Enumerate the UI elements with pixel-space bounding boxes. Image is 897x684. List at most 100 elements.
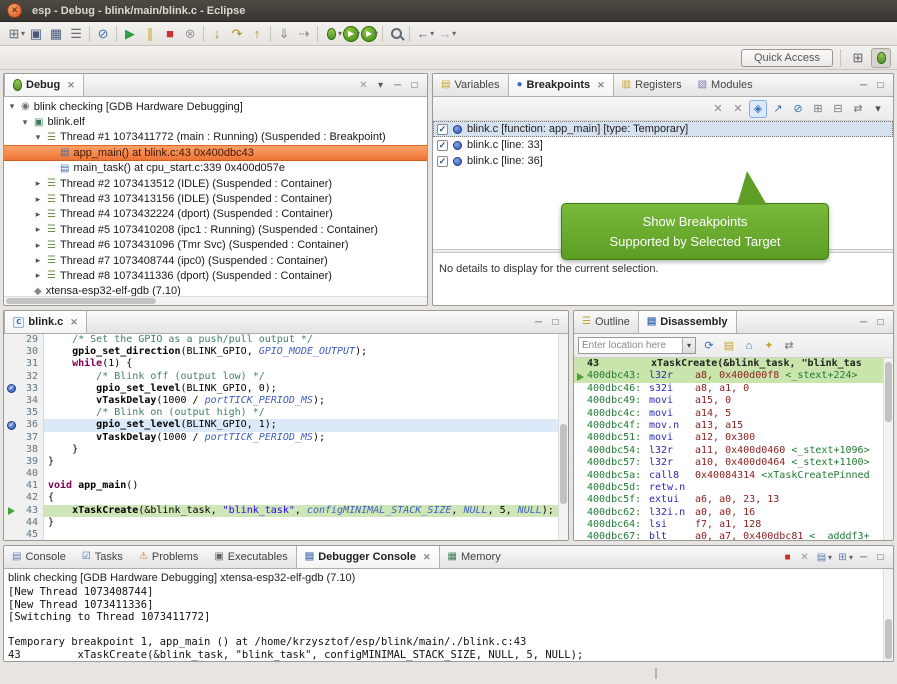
editor-line[interactable]: ✓33 gpio_set_level(BLINK_GPIO, 0); (4, 383, 568, 395)
disassembly-row[interactable]: 400dbc43:l32ra8, 0x400d00f8 <_stext+224> (574, 370, 883, 382)
show-breakpoints-supported-icon[interactable]: ◈ (749, 100, 767, 118)
close-icon[interactable]: ✕ (67, 80, 75, 91)
debug-tree-item[interactable]: ▸☰Thread #5 1073410208 (ipc1 : Running) … (4, 222, 427, 237)
tab-variables[interactable]: ▤Variables (433, 74, 508, 96)
tab-memory[interactable]: ▦Memory (440, 546, 509, 568)
tab-registers[interactable]: ▥Registers (614, 74, 690, 96)
editor-line[interactable]: 45 (4, 529, 568, 540)
quick-access-button[interactable]: Quick Access (741, 49, 833, 67)
open-perspective-icon[interactable]: ⊞ (848, 48, 868, 68)
drop-to-frame-icon[interactable]: ⇓ (274, 24, 294, 44)
disassembly-row[interactable]: 400dbc64:lsif7, a1, 128 (574, 519, 883, 531)
remove-all-terminated-icon[interactable]: ✕ (356, 78, 371, 93)
debug-tree-item[interactable]: ▤app_main() at blink.c:43 0x400dbc43 (4, 145, 427, 160)
editor-line[interactable]: 29 /* Set the GPIO as a push/pull output… (4, 334, 568, 346)
debug-tree-item[interactable]: ▾☰Thread #1 1073411772 (main : Running) … (4, 130, 427, 145)
scrollbar-thumb[interactable] (885, 362, 892, 422)
disassembly-row[interactable]: 400dbc46:s32ia8, a1, 0 (574, 383, 883, 395)
skip-all-breakpoints-icon[interactable]: ⊘ (789, 100, 807, 118)
expander-closed-icon[interactable]: ▸ (33, 178, 43, 189)
tab-blink-c[interactable]: cblink.c✕ (4, 311, 87, 333)
maximize-icon[interactable]: □ (407, 78, 422, 93)
maximize-icon[interactable]: □ (548, 315, 563, 330)
editor-line[interactable]: 38 } (4, 444, 568, 456)
breakpoint-item[interactable]: ✓blink.c [function: app_main] [type: Tem… (433, 121, 893, 137)
breakpoint-item[interactable]: ✓blink.c [line: 36] (433, 153, 893, 169)
scrollbar-thumb[interactable] (6, 298, 156, 304)
link-with-debug-icon[interactable]: ⇄ (849, 100, 867, 118)
expander-closed-icon[interactable]: ▸ (33, 224, 43, 235)
editor-line[interactable]: 37 vTaskDelay(1000 / portTICK_PERIOD_MS)… (4, 432, 568, 444)
disassembly-vertical-scrollbar[interactable] (883, 358, 893, 540)
breakpoint-marker[interactable]: ✓ (7, 421, 16, 430)
step-over-icon[interactable]: ↷ (227, 24, 247, 44)
tab-problems[interactable]: ⚠Problems (131, 546, 206, 568)
debug-tree-item[interactable]: ▸☰Thread #7 1073408744 (ipc0) (Suspended… (4, 253, 427, 268)
collapse-all-icon[interactable]: ⊟ (829, 100, 847, 118)
location-combo[interactable]: Enter location here ▾ (578, 337, 696, 354)
disassembly-row[interactable]: 43xTaskCreate(&blink_task, "blink_tas (574, 358, 883, 370)
expander-closed-icon[interactable]: ▸ (33, 270, 43, 281)
editor-line[interactable]: 32 /* Blink off (output low) */ (4, 371, 568, 383)
debug-tree-item[interactable]: ▾▣blink.elf (4, 114, 427, 129)
save-icon[interactable]: ▣ (26, 24, 46, 44)
close-icon[interactable]: ✕ (70, 317, 78, 328)
minimize-icon[interactable]: ─ (856, 78, 871, 93)
view-menu-icon[interactable]: ▾ (373, 78, 388, 93)
refresh-icon[interactable]: ⟳ (700, 337, 718, 355)
editor-line[interactable]: 41void app_main() (4, 480, 568, 492)
forward-icon-dropdown[interactable]: ▾ (452, 29, 456, 38)
track-expression-icon[interactable]: ✦ (760, 337, 778, 355)
external-tools-icon-dropdown[interactable]: ▾ (374, 29, 378, 38)
breakpoint-marker[interactable]: ✓ (7, 384, 16, 393)
disassembly-row[interactable]: 400dbc51:movia12, 0x300 (574, 432, 883, 444)
disassembly-row[interactable]: 400dbc4f:mov.na13, a15 (574, 420, 883, 432)
expander-open-icon[interactable]: ▾ (20, 117, 30, 128)
sash-handle[interactable] (655, 668, 657, 679)
console-content[interactable]: blink checking [GDB Hardware Debugging] … (4, 569, 883, 661)
editor-line[interactable]: 44} (4, 517, 568, 529)
editor-line[interactable]: 39} (4, 456, 568, 468)
display-console-icon[interactable]: ▤ (814, 550, 829, 565)
close-icon[interactable]: ✕ (597, 80, 605, 91)
tab-breakpoints[interactable]: ●Breakpoints✕ (508, 74, 614, 96)
back-icon-dropdown[interactable]: ▾ (430, 29, 434, 38)
editor-line[interactable]: 40 (4, 468, 568, 480)
disassembly-row[interactable]: 400dbc5f:extuia6, a0, 23, 13 (574, 494, 883, 506)
disconnect-icon[interactable]: ⊗ (180, 24, 200, 44)
editor-vertical-scrollbar[interactable] (558, 334, 568, 540)
terminate-icon[interactable]: ■ (160, 24, 180, 44)
breakpoint-checkbox[interactable]: ✓ (437, 156, 448, 167)
close-icon[interactable]: ✕ (423, 552, 431, 563)
editor-line[interactable]: 42{ (4, 492, 568, 504)
debug-icon-dropdown[interactable]: ▾ (338, 29, 342, 38)
debug-horizontal-scrollbar[interactable] (4, 296, 427, 305)
editor-line[interactable]: 30 gpio_set_direction(BLINK_GPIO, GPIO_M… (4, 346, 568, 358)
tab-modules[interactable]: ▧Modules (690, 74, 761, 96)
maximize-icon[interactable]: □ (873, 315, 888, 330)
editor-line[interactable]: 31 while(1) { (4, 358, 568, 370)
skip-all-breakpoints-icon[interactable]: ⊘ (93, 24, 113, 44)
tab-debug[interactable]: Debug✕ (4, 74, 84, 96)
expander-closed-icon[interactable]: ▸ (33, 209, 43, 220)
debug-tree-item[interactable]: ▾◉blink checking [GDB Hardware Debugging… (4, 99, 427, 114)
debug-tree-item[interactable]: ▸☰Thread #6 1073431096 (Tmr Svc) (Suspen… (4, 238, 427, 253)
expander-open-icon[interactable]: ▾ (7, 101, 17, 112)
breakpoint-item[interactable]: ✓blink.c [line: 33] (433, 137, 893, 153)
new-wizard-icon-dropdown[interactable]: ▾ (21, 29, 25, 38)
print-icon[interactable]: ☰ (66, 24, 86, 44)
minimize-icon[interactable]: ─ (856, 315, 871, 330)
debug-perspective-icon[interactable] (871, 48, 891, 68)
search-icon[interactable] (386, 24, 406, 44)
open-console-icon-dropdown[interactable]: ▾ (849, 553, 853, 562)
disassembly-row[interactable]: 400dbc49:movia15, 0 (574, 395, 883, 407)
disassembly-row[interactable]: 400dbc4c:movia14, 5 (574, 408, 883, 420)
debug-tree-item[interactable]: ▤main_task() at cpu_start.c:339 0x400d05… (4, 161, 427, 176)
display-console-icon-dropdown[interactable]: ▾ (828, 553, 832, 562)
expander-closed-icon[interactable]: ▸ (33, 255, 43, 266)
scrollbar-thumb[interactable] (885, 619, 892, 659)
debug-tree-item[interactable]: ▸☰Thread #4 1073432224 (dport) (Suspende… (4, 207, 427, 222)
console-vertical-scrollbar[interactable] (883, 569, 893, 661)
code-editor[interactable]: 29 /* Set the GPIO as a push/pull output… (4, 334, 568, 540)
window-close-button[interactable]: ✕ (7, 3, 22, 18)
